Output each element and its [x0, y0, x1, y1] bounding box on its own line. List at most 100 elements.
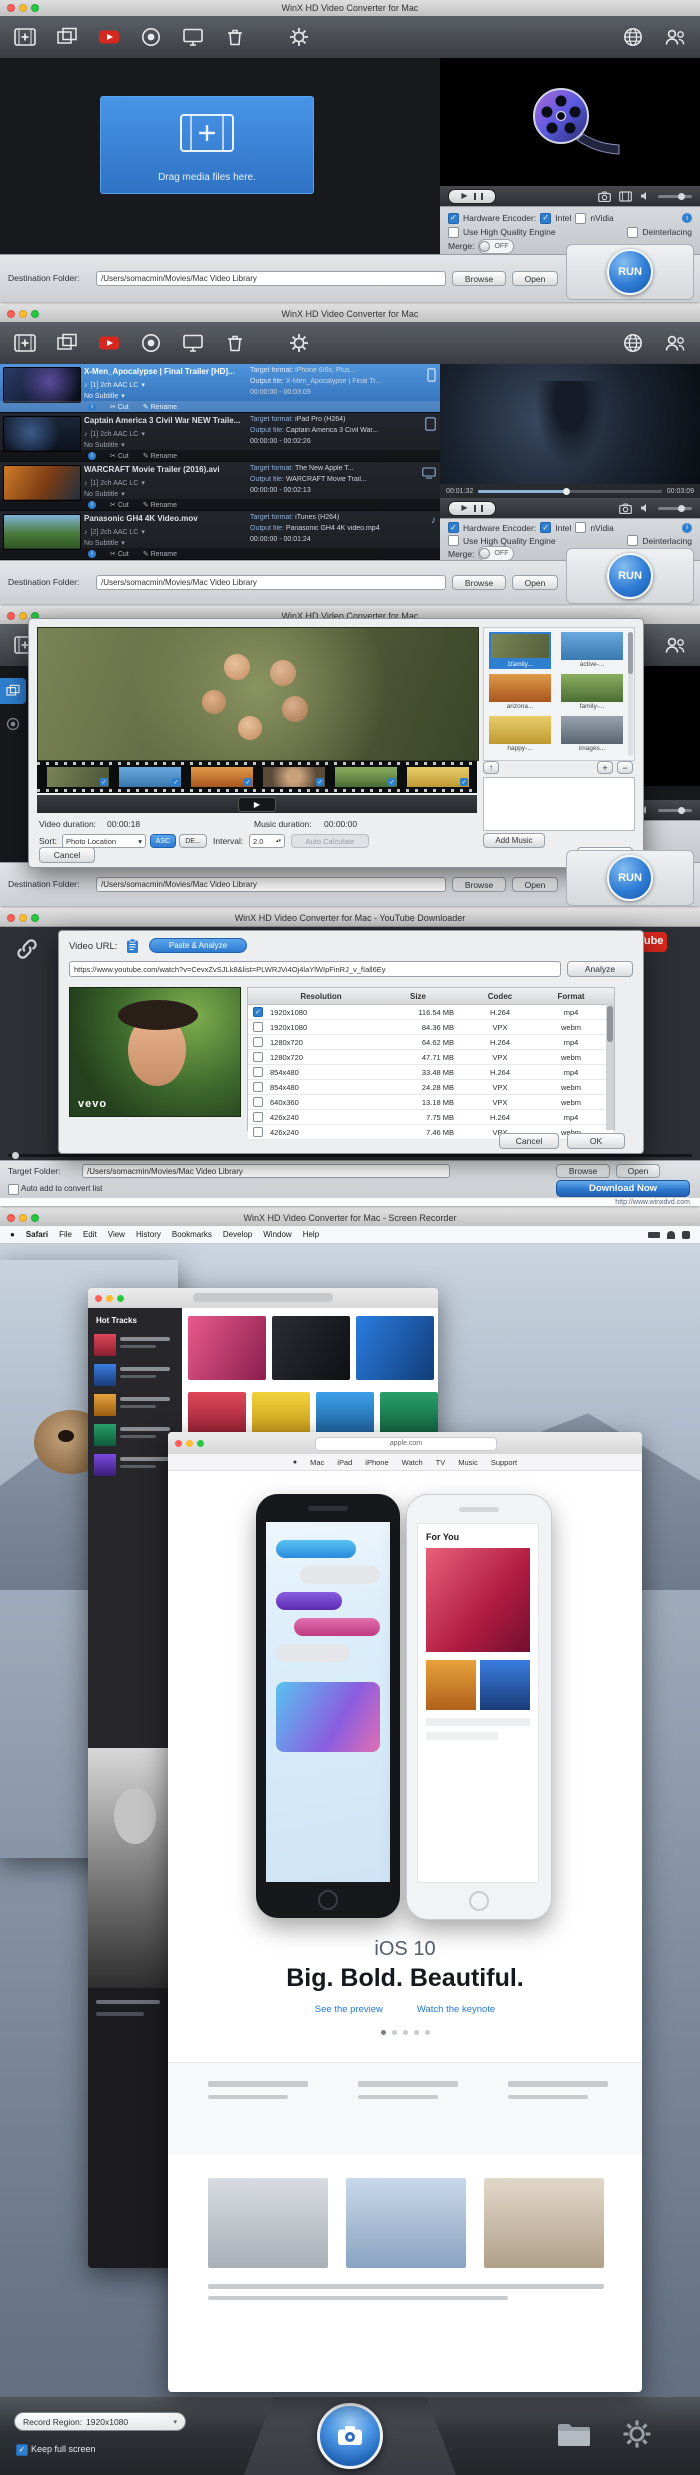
sort-desc-button[interactable]: DE... — [179, 834, 207, 848]
info-icon[interactable]: i — [88, 403, 96, 411]
recorder-settings-gear-icon[interactable] — [620, 2417, 654, 2456]
play-icon[interactable]: ▶ — [461, 504, 467, 512]
nav-item[interactable]: Mac — [310, 1458, 324, 1467]
speaker-icon[interactable] — [640, 503, 650, 513]
banner-tile[interactable] — [188, 1316, 266, 1380]
info-icon[interactable]: i — [88, 550, 96, 558]
zoom-button[interactable] — [31, 914, 39, 922]
record-icon[interactable] — [138, 330, 164, 356]
video-row-1[interactable]: X-Men_Apocalypse | Final Trailer [HD]...… — [0, 364, 440, 413]
strip-frame-4[interactable]: ✓ — [263, 767, 325, 787]
format-row[interactable]: ✓1920x1080116.54 MBH.264mp4 — [248, 1005, 614, 1020]
play-pause-control[interactable]: ▶ — [448, 189, 496, 204]
strip-frame-3[interactable]: ✓ — [191, 767, 253, 787]
language-globe-icon[interactable] — [620, 24, 646, 50]
nav-item[interactable]: Watch — [402, 1458, 423, 1467]
subtitle-select[interactable]: No Subtitle▾ — [84, 392, 125, 400]
close-button[interactable] — [7, 4, 15, 12]
screen-recorder-icon[interactable] — [180, 24, 206, 50]
play-icon[interactable]: ▶ — [461, 192, 467, 200]
deinterlacing-checkbox[interactable] — [627, 535, 638, 546]
strip-frame-1[interactable]: ✓ — [47, 767, 109, 787]
record-icon[interactable] — [138, 24, 164, 50]
start-record-button[interactable] — [317, 2403, 383, 2469]
cut-button[interactable]: ✂ Cut — [110, 403, 129, 411]
banner-tile[interactable] — [356, 1316, 434, 1380]
settings-gear-icon[interactable] — [286, 330, 312, 356]
paste-analyze-button[interactable]: Paste & Analyze — [149, 938, 247, 953]
seek-slider[interactable] — [8, 1154, 692, 1157]
youtube-icon[interactable] — [96, 330, 122, 356]
music-list[interactable] — [483, 777, 635, 831]
zoom-button[interactable] — [31, 1214, 39, 1222]
track-art[interactable] — [94, 1394, 116, 1416]
volume-slider[interactable] — [658, 195, 692, 198]
close-button[interactable] — [7, 310, 15, 318]
play-pause-control[interactable]: ▶ — [448, 501, 496, 516]
snapshot-camera-icon[interactable] — [598, 191, 611, 202]
intel-checkbox[interactable]: ✓ — [540, 213, 551, 224]
minimize-button[interactable] — [19, 914, 27, 922]
table-scrollbar[interactable] — [606, 1004, 614, 1130]
close-button[interactable] — [95, 1295, 102, 1302]
pause-icon[interactable] — [474, 193, 483, 200]
nav-item[interactable]: iPhone — [365, 1458, 388, 1467]
interval-stepper[interactable]: 2.0▴▾ — [249, 834, 285, 848]
audio-track-select[interactable]: ♪[1] 2ch AAC LC▾ — [84, 430, 145, 438]
minimize-button[interactable] — [19, 612, 27, 620]
volume-slider[interactable] — [658, 809, 692, 812]
apple-menu-icon[interactable]: ● — [10, 1230, 15, 1239]
auto-add-checkbox[interactable] — [8, 1184, 19, 1195]
auto-calculate-button[interactable]: Auto Calculate — [291, 834, 369, 848]
menu-item[interactable]: Edit — [83, 1230, 97, 1239]
slideshow-mode-tab[interactable] — [0, 678, 26, 704]
run-button[interactable]: RUN — [607, 855, 653, 901]
track-art[interactable] — [94, 1334, 116, 1356]
nvidia-checkbox[interactable] — [575, 213, 586, 224]
trash-icon[interactable] — [222, 24, 248, 50]
cancel-button[interactable]: Cancel — [39, 847, 95, 863]
library-thumb-4[interactable]: family-... — [561, 674, 623, 711]
info-icon[interactable]: i — [682, 213, 692, 223]
about-users-icon[interactable] — [662, 24, 688, 50]
close-button[interactable] — [175, 1440, 182, 1447]
hardware-encoder-checkbox[interactable]: ✓ — [448, 522, 459, 533]
zoom-button[interactable] — [31, 4, 39, 12]
browse-button[interactable]: Browse — [452, 877, 506, 892]
audio-track-select[interactable]: ♪[1] 2ch AAC LC▾ — [84, 381, 145, 389]
add-video-icon[interactable] — [12, 24, 38, 50]
video-url-field[interactable]: https://www.youtube.com/watch?v=CevxZvSJ… — [69, 961, 561, 977]
banner-tile[interactable] — [272, 1316, 350, 1380]
open-button[interactable]: Open — [512, 271, 558, 286]
zoom-button[interactable] — [31, 310, 39, 318]
format-row[interactable]: 1280x72047.71 MBVPXwebm — [248, 1050, 614, 1065]
preview-play-button[interactable]: ▶ — [238, 797, 276, 812]
menu-item[interactable]: Develop — [223, 1230, 252, 1239]
audio-track-select[interactable]: ♪[2] 2ch AAC LC▾ — [84, 528, 145, 536]
menu-item[interactable]: Bookmarks — [172, 1230, 212, 1239]
info-icon[interactable]: i — [88, 501, 96, 509]
film-strip-icon[interactable] — [619, 191, 632, 202]
add-video-icon[interactable] — [12, 330, 38, 356]
browse-button[interactable]: Browse — [452, 271, 506, 286]
sort-select[interactable]: Photo Location▾ — [62, 834, 146, 848]
snapshot-camera-icon[interactable] — [619, 503, 632, 514]
strip-frame-6[interactable]: ✓ — [407, 767, 469, 787]
add-music-button[interactable]: Add Music — [483, 833, 545, 848]
about-users-icon[interactable] — [662, 632, 688, 658]
record-region-select[interactable]: Record Region: 1920x1080 ▾ — [14, 2412, 186, 2431]
subtitle-select[interactable]: No Subtitle▾ — [84, 490, 125, 498]
screen-recorder-icon[interactable] — [180, 330, 206, 356]
run-button[interactable]: RUN — [607, 553, 653, 599]
site-url[interactable]: http://www.winxdvd.com — [615, 1199, 690, 1206]
menu-item[interactable]: File — [59, 1230, 72, 1239]
library-thumb-6[interactable]: images... — [561, 716, 623, 753]
remove-track-button[interactable]: − — [617, 761, 633, 774]
menu-item[interactable]: Safari — [26, 1230, 48, 1239]
close-button[interactable] — [7, 914, 15, 922]
browse-button[interactable]: Browse — [556, 1164, 610, 1178]
destination-path-field[interactable]: /Users/somacmin/Movies/Mac Video Library — [96, 271, 446, 286]
add-track-button[interactable]: + — [597, 761, 613, 774]
strip-frame-5[interactable]: ✓ — [335, 767, 397, 787]
apple-logo-icon[interactable]: ● — [293, 1459, 297, 1466]
